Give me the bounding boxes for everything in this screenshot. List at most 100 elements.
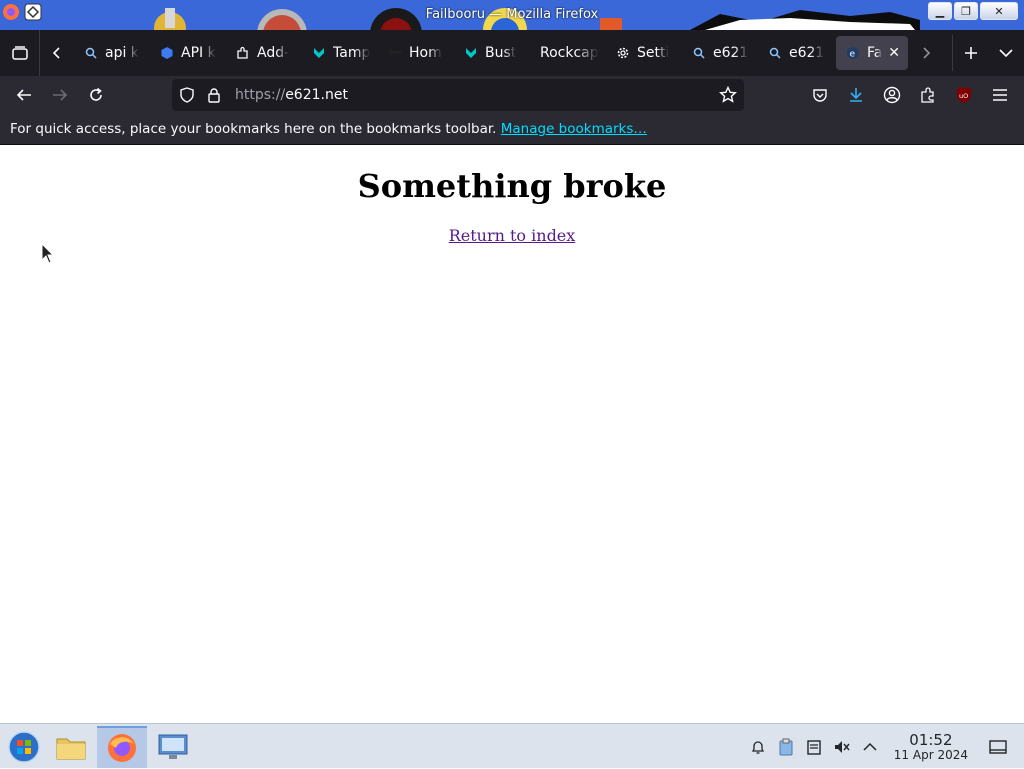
list-all-tabs-button[interactable] xyxy=(988,35,1024,71)
tab-label: e621 xyxy=(713,45,749,61)
bookmarks-toolbar-message: For quick access, place your bookmarks h… xyxy=(10,121,497,137)
pocket-button[interactable] xyxy=(802,77,838,113)
tab-failbooru-active[interactable]: e Fa ✕ xyxy=(836,36,908,70)
reload-button[interactable] xyxy=(78,77,114,113)
firefox-icon xyxy=(108,734,136,762)
tab-list: api k API k Add- Tamp Hom Bust Rockcap S… xyxy=(74,36,908,70)
tab-home[interactable]: Hom xyxy=(378,36,454,70)
ublock-origin-button[interactable]: uO xyxy=(946,77,982,113)
return-to-index-link[interactable]: Return to index xyxy=(0,226,1024,245)
device-notifier-button[interactable] xyxy=(800,729,828,765)
volume-muted-icon xyxy=(835,740,850,753)
extensions-button[interactable] xyxy=(910,77,946,113)
show-hidden-icons-button[interactable] xyxy=(856,729,884,765)
close-tab-icon[interactable]: ✕ xyxy=(888,45,900,61)
tampermonkey-icon xyxy=(312,46,326,60)
tracking-protection-shield-icon[interactable] xyxy=(179,87,195,103)
bookmarks-toolbar: For quick access, place your bookmarks h… xyxy=(0,114,1024,145)
start-orb-icon xyxy=(8,731,40,763)
folder-icon xyxy=(56,738,86,760)
manage-bookmarks-link[interactable]: Manage bookmarks… xyxy=(501,121,647,137)
tab-e621-search-1[interactable]: e621 xyxy=(682,36,758,70)
minimize-button[interactable]: ▁ xyxy=(928,2,952,20)
account-icon xyxy=(883,86,901,104)
alarm-bell-icon xyxy=(751,740,765,754)
bookmark-star-icon[interactable] xyxy=(719,86,737,104)
tab-label: Hom xyxy=(409,45,442,61)
show-desktop-button[interactable] xyxy=(980,729,1016,765)
tab-e621-search-2[interactable]: e621 xyxy=(758,36,834,70)
new-tab-button[interactable] xyxy=(952,35,988,71)
tab-rockcap[interactable]: Rockcap xyxy=(530,36,606,70)
tab-label: Setti xyxy=(637,45,670,61)
tab-bust[interactable]: Bust xyxy=(454,36,530,70)
tab-strip: api k API k Add- Tamp Hom Bust Rockcap S… xyxy=(0,30,1024,76)
tabstrip-right-controls xyxy=(952,35,1024,71)
storage-icon xyxy=(807,739,821,755)
firefox-view-button[interactable] xyxy=(0,30,40,76)
taskbar-file-manager[interactable] xyxy=(47,726,95,768)
close-window-button[interactable]: ✕ xyxy=(980,2,1018,20)
tab-label: Fa xyxy=(867,45,883,61)
tab-tampermonkey[interactable]: Tamp xyxy=(302,36,378,70)
back-button[interactable] xyxy=(6,77,42,113)
account-button[interactable] xyxy=(874,77,910,113)
window-title: Failbooru — Mozilla Firefox xyxy=(425,7,599,22)
hamburger-menu-icon xyxy=(993,89,1007,101)
notifications-button[interactable] xyxy=(744,729,772,765)
plus-icon xyxy=(964,47,977,59)
volume-button[interactable] xyxy=(828,729,856,765)
pocket-icon xyxy=(813,89,827,102)
hexagon-icon xyxy=(160,46,174,60)
url-host: e621.net xyxy=(285,87,348,103)
svg-text:e: e xyxy=(850,50,856,60)
clipboard-icon xyxy=(779,738,793,755)
taskbar-system-settings[interactable] xyxy=(149,726,197,768)
forward-button[interactable] xyxy=(42,77,78,113)
show-desktop-icon xyxy=(989,740,1007,754)
lock-icon[interactable] xyxy=(207,87,221,103)
url-scheme: https:// xyxy=(235,87,286,103)
arrow-left-icon xyxy=(16,89,31,101)
tab-label: Bust xyxy=(485,45,517,61)
chevron-up-icon xyxy=(863,742,877,751)
scroll-tabs-left-button[interactable] xyxy=(40,30,74,76)
gear-icon xyxy=(616,46,630,60)
e621-icon: e xyxy=(846,46,860,60)
tab-api-search-1[interactable]: api k xyxy=(74,36,150,70)
page-content: Something broke Return to index xyxy=(0,145,1024,723)
window-titlebar[interactable]: Failbooru — Mozilla Firefox ▁ ❐ ✕ xyxy=(0,0,1024,30)
tab-label: API k xyxy=(181,45,216,61)
tab-label: Tamp xyxy=(333,45,371,61)
tab-api-k[interactable]: API k xyxy=(150,36,226,70)
taskbar: 01:52 11 Apr 2024 xyxy=(0,723,1024,768)
maximize-button[interactable]: ❐ xyxy=(954,2,978,20)
taskbar-firefox[interactable] xyxy=(97,726,147,768)
app-menu-button[interactable] xyxy=(982,77,1018,113)
scroll-tabs-right-button[interactable] xyxy=(908,30,944,76)
puzzle-icon xyxy=(921,87,934,103)
search-icon xyxy=(84,46,98,60)
puzzle-icon xyxy=(236,46,250,60)
taskbar-clock[interactable]: 01:52 11 Apr 2024 xyxy=(894,731,968,762)
arrow-right-icon xyxy=(53,89,68,101)
start-menu-button[interactable] xyxy=(0,726,48,768)
downloads-button[interactable] xyxy=(838,77,874,113)
chevron-left-icon xyxy=(52,47,60,59)
clipboard-button[interactable] xyxy=(772,729,800,765)
search-icon xyxy=(692,46,706,60)
window-controls: ▁ ❐ ✕ xyxy=(928,2,1018,20)
url-text[interactable]: https://e621.net xyxy=(235,87,348,103)
tab-label: Add- xyxy=(257,45,290,61)
url-bar[interactable]: https://e621.net xyxy=(172,79,744,111)
chevron-down-icon xyxy=(999,49,1013,58)
clock-date: 11 Apr 2024 xyxy=(893,748,968,762)
ublock-icon: uO xyxy=(957,87,971,103)
monitor-settings-icon xyxy=(158,734,188,759)
tab-settings[interactable]: Setti xyxy=(606,36,682,70)
svg-text:uO: uO xyxy=(959,92,968,100)
tab-add-ons[interactable]: Add- xyxy=(226,36,302,70)
reload-icon xyxy=(90,87,102,101)
tampermonkey-icon xyxy=(464,46,478,60)
firefox-view-icon xyxy=(11,46,28,60)
